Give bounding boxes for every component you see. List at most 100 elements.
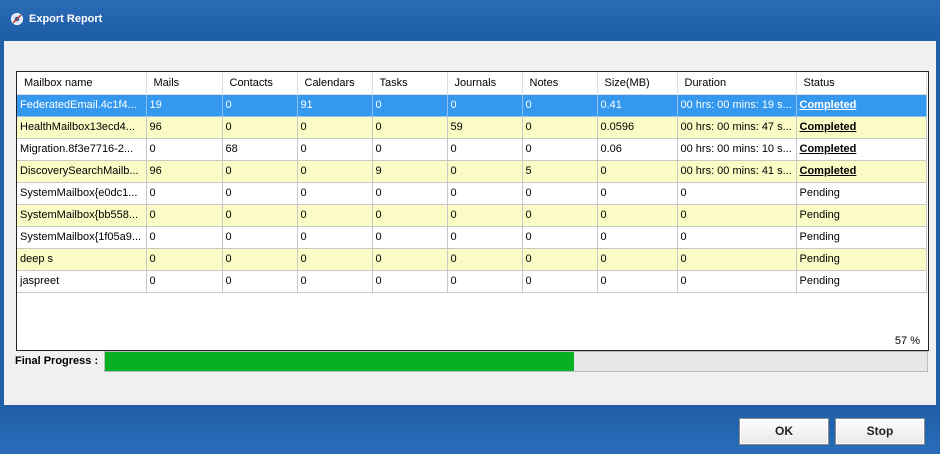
- status-completed-link[interactable]: Completed: [800, 121, 857, 133]
- mails-cell: 0: [146, 138, 223, 161]
- contacts-cell: 0: [222, 160, 298, 183]
- contacts-cell: 0: [222, 204, 298, 227]
- calendars-cell: 0: [297, 248, 373, 271]
- status-completed-link[interactable]: Completed: [800, 165, 857, 177]
- status-pending-text: Pending: [799, 231, 840, 243]
- duration-cell: 00 hrs: 00 mins: 47 s...: [677, 116, 797, 139]
- notes-cell: 0: [522, 270, 598, 293]
- column-header[interactable]: Calendars: [297, 72, 373, 95]
- size-cell: 0.06: [597, 138, 678, 161]
- status-cell: Pending: [796, 204, 927, 227]
- journals-cell: 0: [447, 226, 523, 249]
- status-cell: Completed: [796, 138, 927, 161]
- mailbox-name-cell: SystemMailbox{bb558...: [17, 204, 147, 227]
- tasks-cell: 0: [372, 94, 448, 117]
- app-gear-icon: [10, 12, 24, 26]
- status-cell: Pending: [796, 248, 927, 271]
- table-row[interactable]: Migration.8f3e7716-2... 0 68 0 0 0 0 0.06 00 hrs…: [17, 138, 927, 161]
- table-header-row: Mailbox name Mails Contacts Calendars Tasks J…: [17, 72, 927, 95]
- journals-cell: 0: [447, 94, 523, 117]
- contacts-cell: 68: [222, 138, 298, 161]
- status-pending-text: Pending: [799, 187, 840, 199]
- export-report-grid[interactable]: Mailbox name Mails Contacts Calendars Tasks J…: [16, 71, 929, 351]
- column-header[interactable]: Tasks: [372, 72, 448, 95]
- size-cell: 0: [597, 182, 678, 205]
- calendars-cell: 0: [297, 160, 373, 183]
- mails-cell: 19: [146, 94, 223, 117]
- mailbox-name-cell: SystemMailbox{1f05a9...: [17, 226, 147, 249]
- column-header[interactable]: Contacts: [222, 72, 298, 95]
- duration-cell: 0: [677, 270, 797, 293]
- button-bar: OK Stop: [0, 405, 940, 454]
- table-row[interactable]: jaspreet 0 0 0 0 0 0 0 0 Pending: [17, 270, 927, 293]
- size-cell: 0: [597, 204, 678, 227]
- contacts-cell: 0: [222, 270, 298, 293]
- status-cell: Pending: [796, 270, 927, 293]
- journals-cell: 0: [447, 182, 523, 205]
- column-header[interactable]: Mails: [146, 72, 223, 95]
- status-completed-link[interactable]: Completed: [800, 99, 857, 111]
- notes-cell: 5: [522, 160, 598, 183]
- column-header[interactable]: Notes: [522, 72, 598, 95]
- status-completed-link[interactable]: Completed: [800, 143, 857, 155]
- mailbox-name-cell: HealthMailbox13ecd4...: [17, 116, 147, 139]
- column-header[interactable]: Size(MB): [597, 72, 678, 95]
- size-cell: 0.41: [597, 94, 678, 117]
- table-row[interactable]: HealthMailbox13ecd4... 96 0 0 0 59 0 0.0596 00 h…: [17, 116, 927, 139]
- journals-cell: 0: [447, 270, 523, 293]
- mailbox-name-cell: DiscoverySearchMailb...: [17, 160, 147, 183]
- mailbox-name-cell: FederatedEmail.4c1f4...: [17, 94, 147, 117]
- status-pending-text: Pending: [799, 253, 840, 265]
- mailbox-name-cell: deep s: [17, 248, 147, 271]
- size-cell: 0: [597, 270, 678, 293]
- ok-button[interactable]: OK: [739, 418, 829, 445]
- size-cell: 0: [597, 160, 678, 183]
- status-cell: Pending: [796, 226, 927, 249]
- mailbox-name-cell: SystemMailbox{e0dc1...: [17, 182, 147, 205]
- status-cell: Completed: [796, 160, 927, 183]
- journals-cell: 0: [447, 248, 523, 271]
- mails-cell: 96: [146, 160, 223, 183]
- stop-button[interactable]: Stop: [835, 418, 925, 445]
- status-cell: Completed: [796, 94, 927, 117]
- duration-cell: 0: [677, 226, 797, 249]
- status-pending-text: Pending: [799, 275, 840, 287]
- notes-cell: 0: [522, 94, 598, 117]
- progress-percent: 57 %: [894, 335, 920, 347]
- mails-cell: 0: [146, 226, 223, 249]
- title-bar: Export Report: [0, 0, 940, 38]
- journals-cell: 0: [447, 204, 523, 227]
- notes-cell: 0: [522, 138, 598, 161]
- mails-cell: 0: [146, 270, 223, 293]
- progress-fill: [105, 352, 574, 371]
- column-header[interactable]: Duration: [677, 72, 797, 95]
- notes-cell: 0: [522, 116, 598, 139]
- tasks-cell: 0: [372, 270, 448, 293]
- journals-cell: 0: [447, 138, 523, 161]
- table-row[interactable]: FederatedEmail.4c1f4... 19 0 91 0 0 0 0.41 00 hr…: [17, 94, 927, 117]
- duration-cell: 0: [677, 204, 797, 227]
- table-row[interactable]: SystemMailbox{bb558... 0 0 0 0 0 0 0 0 Pending: [17, 204, 927, 227]
- table-row[interactable]: SystemMailbox{1f05a9... 0 0 0 0 0 0 0 0 Pending: [17, 226, 927, 249]
- window-title: Export Report: [29, 13, 103, 25]
- duration-cell: 0: [677, 248, 797, 271]
- table-row[interactable]: SystemMailbox{e0dc1... 0 0 0 0 0 0 0 0 Pending: [17, 182, 927, 205]
- column-header[interactable]: Mailbox name: [17, 72, 147, 95]
- tasks-cell: 0: [372, 248, 448, 271]
- table-row[interactable]: deep s 0 0 0 0 0 0 0 0 Pending: [17, 248, 927, 271]
- final-progress-bar: [104, 351, 928, 372]
- table-row[interactable]: DiscoverySearchMailb... 96 0 0 9 0 5 0 00 hrs: 0…: [17, 160, 927, 183]
- tasks-cell: 0: [372, 138, 448, 161]
- calendars-cell: 0: [297, 270, 373, 293]
- column-header[interactable]: Status: [796, 72, 927, 95]
- tasks-cell: 0: [372, 204, 448, 227]
- mailbox-name-cell: Migration.8f3e7716-2...: [17, 138, 147, 161]
- contacts-cell: 0: [222, 226, 298, 249]
- mails-cell: 0: [146, 182, 223, 205]
- status-cell: Pending: [796, 182, 927, 205]
- column-header[interactable]: Journals: [447, 72, 523, 95]
- mails-cell: 96: [146, 116, 223, 139]
- notes-cell: 0: [522, 248, 598, 271]
- mails-cell: 0: [146, 204, 223, 227]
- calendars-cell: 0: [297, 226, 373, 249]
